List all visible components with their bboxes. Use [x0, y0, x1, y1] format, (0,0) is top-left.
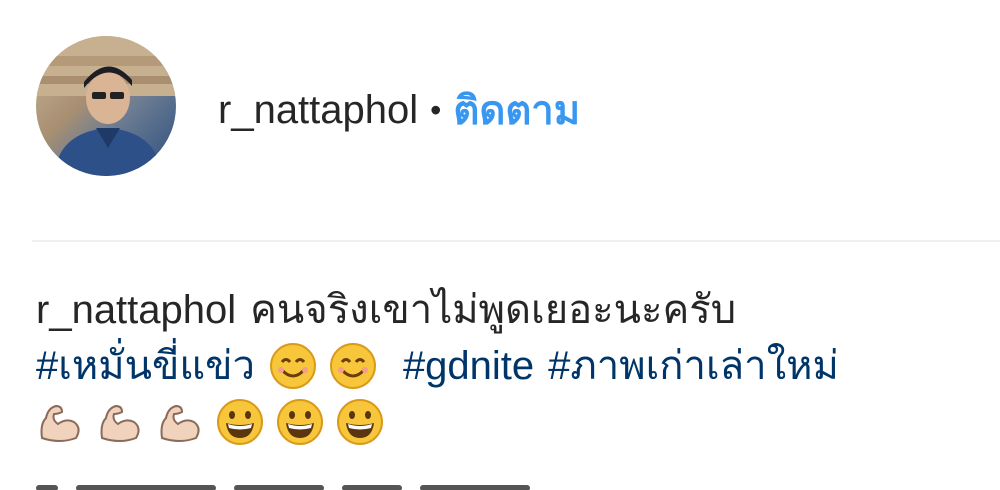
grinning-face-icon	[276, 398, 324, 446]
header-username[interactable]: r_nattaphol	[218, 88, 418, 133]
caption-line-1: r_nattaphol คนจริงเขาไม่พูดเยอะนะครับ	[36, 282, 996, 338]
smiling-face-icon	[269, 342, 317, 390]
flexed-biceps-icon	[36, 398, 84, 446]
caption-text: คนจริงเขาไม่พูดเยอะนะครับ	[250, 288, 737, 332]
hashtag-link[interactable]: #เหมั่นขี่แข่ว	[36, 338, 255, 394]
hashtag-link[interactable]: #gdnite	[403, 338, 534, 394]
separator-dot: •	[430, 91, 442, 128]
caption-line-2: #เหมั่นขี่แข่ว #gdnite #ภาพเก่าเล่าใหม่	[36, 338, 996, 394]
post-header: r_nattaphol • ติดตาม	[0, 0, 1000, 240]
truncated-next-line	[36, 478, 636, 490]
grinning-face-icon	[216, 398, 264, 446]
hashtag-link[interactable]: #ภาพเก่าเล่าใหม่	[548, 338, 839, 394]
grinning-face-icon	[336, 398, 384, 446]
smiling-face-icon	[329, 342, 377, 390]
caption-line-3	[36, 394, 996, 450]
avatar[interactable]	[36, 36, 176, 176]
caption-username[interactable]: r_nattaphol	[36, 282, 236, 338]
username-row: r_nattaphol • ติดตาม	[218, 82, 580, 138]
flexed-biceps-icon	[156, 398, 204, 446]
profile-photo-icon	[36, 36, 176, 176]
post-caption: r_nattaphol คนจริงเขาไม่พูดเยอะนะครับ #เ…	[36, 282, 996, 450]
divider	[32, 240, 1000, 242]
flexed-biceps-icon	[96, 398, 144, 446]
follow-button[interactable]: ติดตาม	[453, 78, 580, 142]
